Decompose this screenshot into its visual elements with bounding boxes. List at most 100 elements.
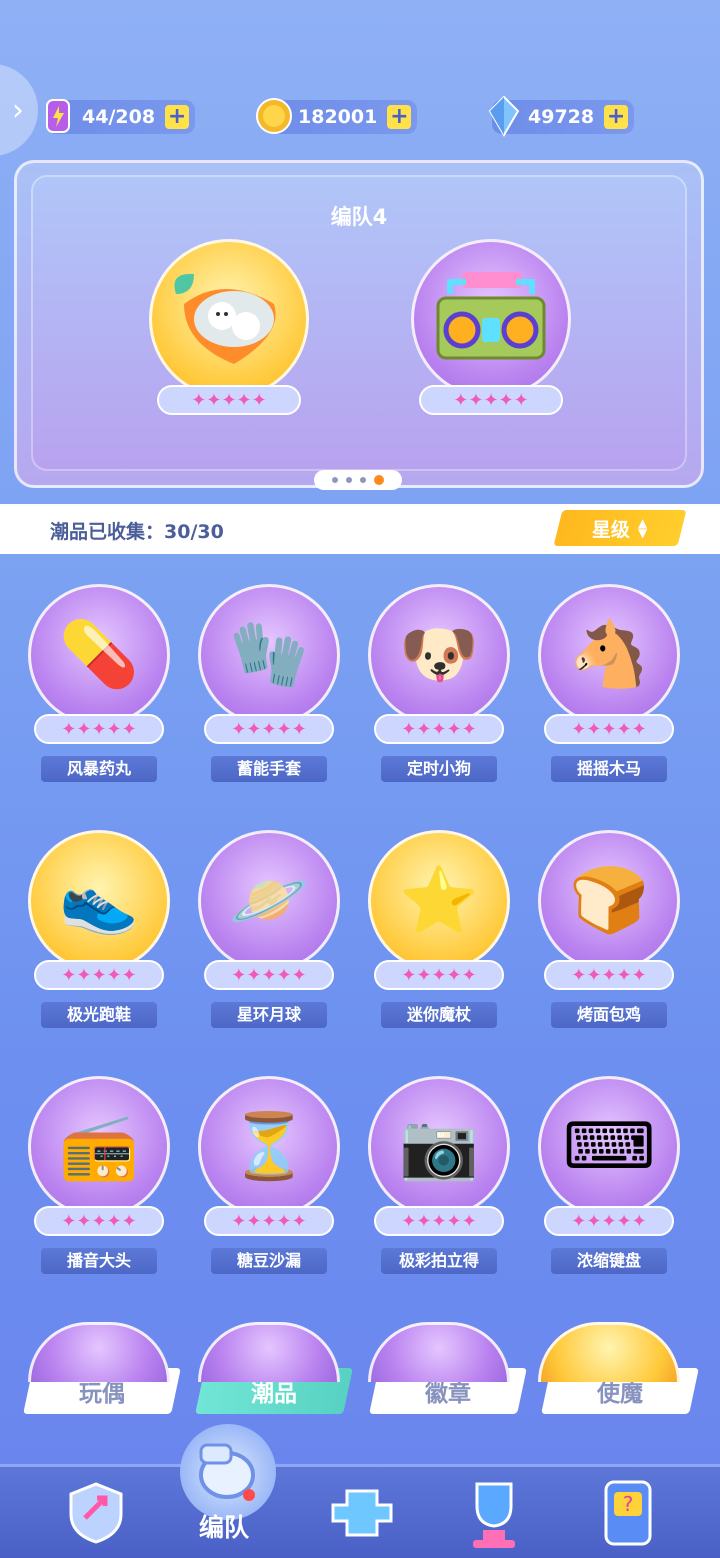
sort-label: 星级 [592,518,631,541]
page-dot[interactable] [346,477,352,483]
item-image: 🪐 [198,830,340,972]
shield-arrow-icon[interactable] [56,1473,136,1553]
item-icon: 👟 [59,864,139,938]
item-card[interactable]: ⏳ ✦✦✦✦✦ 糖豆沙漏 [194,1076,344,1276]
boombox-radio-icon [411,239,571,399]
item-stars: ✦✦✦✦✦ [544,1206,674,1236]
item-stars: ✦✦✦✦✦ [204,1206,334,1236]
collection-count: 潮品已收集：30/30 [50,521,224,543]
item-stars: ✦✦✦✦✦ [374,714,504,744]
item-stars: ✦✦✦✦✦ [34,714,164,744]
item-name: 浓缩键盘 [551,1248,667,1274]
sort-by-star-button[interactable]: 星级 ▲ ▼ [553,510,687,546]
item-card-partial[interactable] [28,1322,170,1382]
page-dot[interactable] [332,477,338,483]
item-card[interactable]: ⌨ ✦✦✦✦✦ 浓缩键盘 [534,1076,684,1276]
mystery-machine-icon[interactable]: ? [588,1473,668,1553]
team-page-indicator[interactable] [314,470,402,490]
item-card[interactable]: 🐶 ✦✦✦✦✦ 定时小狗 [364,584,514,784]
item-card[interactable]: 🪐 ✦✦✦✦✦ 星环月球 [194,830,344,1030]
item-name: 烤面包鸡 [551,1002,667,1028]
item-image: 👟 [28,830,170,972]
crystal-gem-icon [482,94,526,138]
team-panel: 编队4 ✦✦✦✦✦ ✦✦✦✦✦ [31,175,687,471]
nav-active-label: 编队 [199,1513,250,1542]
item-icon: ⌨ [562,1110,656,1184]
item-card[interactable]: ⭐ ✦✦✦✦✦ 迷你魔杖 [364,830,514,1030]
whistle-icon[interactable] [180,1424,276,1520]
item-card-partial[interactable] [368,1322,510,1382]
energy-counter[interactable]: 44/208 + [46,99,196,134]
crystal-counter[interactable]: 49728 + [488,95,635,137]
item-image: 🍞 [538,830,680,972]
item-icon: 📷 [399,1110,479,1184]
item-icon: ⏳ [229,1110,309,1184]
item-card-partial[interactable] [198,1322,340,1382]
item-icon: 🐴 [569,618,649,692]
item-image: ⌨ [538,1076,680,1218]
energy-value: 44/208 [82,106,156,128]
add-energy-button[interactable]: + [165,105,190,129]
item-card[interactable]: 📻 ✦✦✦✦✦ 播音大头 [24,1076,174,1276]
svg-text:?: ? [623,1492,634,1516]
item-icon: 📻 [59,1110,139,1184]
side-expand-button[interactable]: › [0,64,38,156]
bunny-carrot-capsule-icon [149,239,309,399]
item-image: 🐶 [368,584,510,726]
item-card[interactable]: 🐴 ✦✦✦✦✦ 摇摇木马 [534,584,684,784]
collection-bar: 潮品已收集：30/30 星级 ▲ ▼ [0,504,720,554]
item-name: 播音大头 [41,1248,157,1274]
item-name: 迷你魔杖 [381,1002,497,1028]
item-card[interactable]: 👟 ✦✦✦✦✦ 极光跑鞋 [24,830,174,1030]
page-dot[interactable] [360,477,366,483]
item-stars: ✦✦✦✦✦ [374,1206,504,1236]
item-image: ⏳ [198,1076,340,1218]
item-name: 极光跑鞋 [41,1002,157,1028]
item-name: 定时小狗 [381,756,497,782]
chevron-right-icon: › [12,92,24,128]
slot-2-stars: ✦✦✦✦✦ [419,385,563,415]
item-card[interactable]: 💊 ✦✦✦✦✦ 风暴药丸 [24,584,174,784]
item-image: 💊 [28,584,170,726]
item-stars: ✦✦✦✦✦ [204,960,334,990]
trophy-icon[interactable] [454,1473,534,1553]
item-image: 🧤 [198,584,340,726]
item-icon: 🐶 [399,618,479,692]
item-name: 风暴药丸 [41,756,157,782]
gamepad-icon[interactable] [322,1473,402,1553]
item-image: 🐴 [538,584,680,726]
team-card: 编队4 ✦✦✦✦✦ ✦✦✦✦✦ [14,160,704,488]
item-image: ⭐ [368,830,510,972]
item-stars: ✦✦✦✦✦ [34,960,164,990]
item-icon: 🧤 [229,618,309,692]
item-name: 蓄能手套 [211,756,327,782]
item-name: 糖豆沙漏 [211,1248,327,1274]
item-card[interactable]: 🧤 ✦✦✦✦✦ 蓄能手套 [194,584,344,784]
coin-counter[interactable]: 182001 + [256,98,418,134]
bottom-nav: ? [0,1464,720,1558]
item-image: 📷 [368,1076,510,1218]
coin-value: 182001 [298,106,378,128]
item-card[interactable]: 📷 ✦✦✦✦✦ 极彩拍立得 [364,1076,514,1276]
item-stars: ✦✦✦✦✦ [34,1206,164,1236]
team-slot-2[interactable]: ✦✦✦✦✦ [411,239,571,424]
item-stars: ✦✦✦✦✦ [204,714,334,744]
add-coin-button[interactable]: + [387,105,412,129]
team-title: 编队4 [330,205,388,229]
crystal-value: 49728 [528,106,595,128]
item-icon: 🪐 [229,864,309,938]
item-name: 星环月球 [211,1002,327,1028]
gold-coin-icon [252,94,296,138]
item-card-partial[interactable] [538,1322,680,1382]
add-crystal-button[interactable]: + [604,105,629,129]
item-icon: 💊 [59,618,139,692]
item-stars: ✦✦✦✦✦ [374,960,504,990]
team-slot-1[interactable]: ✦✦✦✦✦ [149,239,309,424]
sort-toggle-icon: ▲ ▼ [638,516,648,540]
page-dot-active[interactable] [374,475,384,485]
item-stars: ✦✦✦✦✦ [544,714,674,744]
item-card[interactable]: 🍞 ✦✦✦✦✦ 烤面包鸡 [534,830,684,1030]
item-icon: ⭐ [399,864,479,938]
item-icon: 🍞 [569,864,649,938]
slot-1-stars: ✦✦✦✦✦ [157,385,301,415]
